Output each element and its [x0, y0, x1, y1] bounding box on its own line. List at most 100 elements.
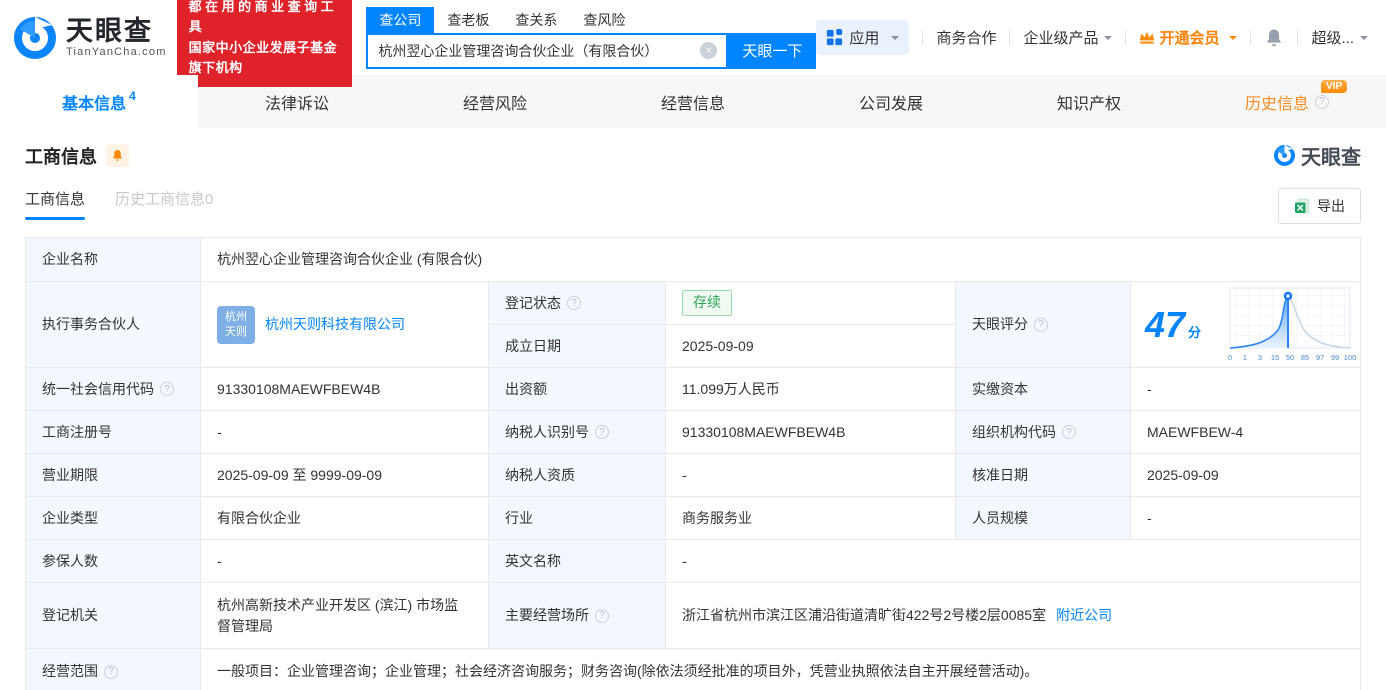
notification-bell-icon[interactable]: [1264, 28, 1284, 48]
field-company-name-label: 企业名称: [26, 238, 201, 282]
divider: [1250, 30, 1252, 45]
main-content: 工商信息 天眼查 工商信息 历史工商信息0 导出 企业名称 杭州翌心企业管理咨询…: [0, 141, 1386, 690]
help-icon[interactable]: ?: [104, 664, 118, 679]
search-tab-company[interactable]: 查公司: [366, 6, 435, 33]
status-badge: 存续: [682, 290, 732, 316]
field-company-type-value: 有限合伙企业: [201, 497, 489, 540]
tab-business-info[interactable]: 经营信息: [594, 75, 792, 128]
search-button[interactable]: 天眼一下: [728, 32, 817, 69]
help-icon[interactable]: ?: [567, 296, 581, 310]
field-establish-date-label: 成立日期: [489, 325, 666, 368]
tab-basic-info[interactable]: 基本信息 4: [0, 75, 198, 128]
field-business-term-label: 营业期限: [26, 454, 201, 497]
svg-text:1: 1: [1243, 353, 1247, 362]
score-distribution-chart: 0 1 3 15 50 85 97 99 100: [1228, 287, 1356, 362]
help-icon[interactable]: ?: [595, 608, 609, 623]
field-taxpayer-quality-label: 纳税人资质: [489, 454, 666, 497]
tab-legal-proceedings[interactable]: 法律诉讼: [198, 75, 396, 128]
field-company-type-label: 企业类型: [26, 497, 201, 540]
field-paid-capital-label: 实缴资本: [956, 368, 1131, 411]
business-info-table: 企业名称 杭州翌心企业管理咨询合伙企业 (有限合伙) 执行事务合伙人 杭州 天则…: [25, 237, 1361, 690]
search-tab-boss[interactable]: 查老板: [434, 7, 502, 33]
svg-text:3: 3: [1258, 353, 1262, 362]
user-name: 超级...: [1311, 30, 1354, 47]
partner-company-avatar[interactable]: 杭州 天则: [217, 305, 255, 344]
field-approval-date-label: 核准日期: [956, 454, 1131, 497]
promo-banner: 都在用的商业查询工具 国家中小企业发展子基金旗下机构: [176, 0, 353, 87]
field-org-code-value: MAEWFBEW-4: [1131, 411, 1361, 454]
promo-banner-line2: 国家中小企业发展子基金旗下机构: [188, 39, 338, 75]
score-value: 47 分: [1145, 303, 1202, 345]
search-module: 查公司 查老板 查关系 查风险 × 天眼一下: [366, 6, 817, 69]
field-staff-size-value: -: [1131, 497, 1361, 540]
search-tab-risk[interactable]: 查风险: [570, 7, 638, 33]
field-industry-label: 行业: [489, 497, 666, 540]
field-insured-count-value: -: [201, 540, 489, 583]
field-reg-status-label: 登记状态?: [489, 282, 666, 325]
tab-count-badge: 4: [129, 88, 136, 103]
search-tab-relation[interactable]: 查关系: [502, 7, 570, 33]
open-vip-button[interactable]: 开通会员: [1139, 27, 1238, 48]
help-icon[interactable]: ?: [160, 382, 174, 396]
excel-icon: [1295, 198, 1309, 214]
subscribe-bell-button[interactable]: [106, 144, 129, 167]
brand-name: 天眼查: [66, 15, 153, 46]
field-industry-value: 商务服务业: [666, 497, 956, 540]
tab-history-info[interactable]: VIP 历史信息 ?: [1188, 75, 1386, 128]
svg-text:99: 99: [1331, 353, 1339, 362]
partner-company-link[interactable]: 杭州天则科技有限公司: [265, 314, 405, 335]
search-box: ×: [366, 32, 729, 69]
help-icon[interactable]: ?: [595, 425, 609, 439]
enterprise-product-link[interactable]: 企业级产品: [1023, 27, 1113, 48]
clear-search-icon[interactable]: ×: [700, 42, 718, 59]
field-reg-status-value: 存续: [666, 282, 956, 325]
field-org-code-label: 组织机构代码?: [956, 411, 1131, 454]
tab-intellectual-property[interactable]: 知识产权: [990, 75, 1188, 128]
help-icon[interactable]: ?: [1315, 94, 1329, 109]
field-reg-authority-label: 登记机关: [26, 583, 201, 649]
field-capital-value: 11.099万人民币: [666, 368, 956, 411]
tianyancha-watermark: 天眼查: [1273, 141, 1361, 170]
brand-domain: TianYanCha.com: [66, 46, 167, 59]
crown-icon: [1140, 31, 1155, 44]
field-insured-count-label: 参保人数: [26, 540, 201, 583]
help-icon[interactable]: ?: [1034, 317, 1048, 332]
chevron-down-icon: [1104, 35, 1113, 44]
tianyancha-logo-icon: [14, 16, 56, 59]
field-tyc-score-value: 47 分 0 1 3 15 50 85 97 99 100: [1131, 282, 1361, 368]
company-section-tabs: 基本信息 4 法律诉讼 经营风险 经营信息 公司发展 知识产权 VIP 历史信息…: [0, 75, 1386, 128]
search-input[interactable]: [368, 42, 701, 59]
help-icon[interactable]: ?: [1062, 425, 1076, 439]
search-tabs: 查公司 查老板 查关系 查风险: [366, 6, 816, 33]
active-underline: [25, 217, 86, 220]
apps-label: 应用: [849, 30, 880, 47]
business-cooperation-link[interactable]: 商务合作: [936, 27, 996, 48]
tab-company-development[interactable]: 公司发展: [792, 75, 990, 128]
vip-badge: VIP: [1321, 80, 1348, 93]
field-paid-capital-value: -: [1131, 368, 1361, 411]
field-taxpayer-id-value: 91330108MAEWFBEW4B: [666, 411, 956, 454]
tianyancha-logo[interactable]: 天眼查 TianYanCha.com: [12, 15, 167, 61]
subtab-business-info[interactable]: 工商信息: [25, 188, 86, 220]
field-business-scope-label: 经营范围?: [26, 649, 201, 690]
apps-button[interactable]: 应用: [816, 20, 910, 55]
nearby-companies-link[interactable]: 附近公司: [1056, 605, 1112, 626]
tab-operating-risk[interactable]: 经营风险: [396, 75, 594, 128]
svg-text:85: 85: [1301, 353, 1309, 362]
field-business-address-label: 主要经营场所?: [489, 583, 666, 649]
top-header: 天眼查 TianYanCha.com 都在用的商业查询工具 国家中小企业发展子基…: [0, 0, 1386, 87]
field-approval-date-value: 2025-09-09: [1131, 454, 1361, 497]
chevron-down-icon: [1360, 35, 1368, 44]
divider: [922, 30, 924, 45]
field-executive-partner-label: 执行事务合伙人: [26, 282, 201, 368]
field-business-scope-value: 一般项目：企业管理咨询；企业管理；社会经济咨询服务；财务咨询(除依法须经批准的项…: [201, 649, 1361, 690]
page-title: 工商信息: [25, 143, 129, 169]
divider: [1125, 30, 1127, 45]
field-executive-partner-value: 杭州 天则 杭州天则科技有限公司: [201, 282, 489, 368]
subtab-history-business-info[interactable]: 历史工商信息0: [115, 188, 213, 209]
svg-text:50: 50: [1286, 353, 1294, 362]
field-establish-date-value: 2025-09-09: [666, 325, 956, 368]
field-business-address-value: 浙江省杭州市滨江区浦沿街道清旷街422号2号楼2层0085室 附近公司: [666, 583, 1361, 649]
user-menu[interactable]: 超级...: [1311, 27, 1368, 48]
export-button[interactable]: 导出: [1278, 188, 1361, 224]
